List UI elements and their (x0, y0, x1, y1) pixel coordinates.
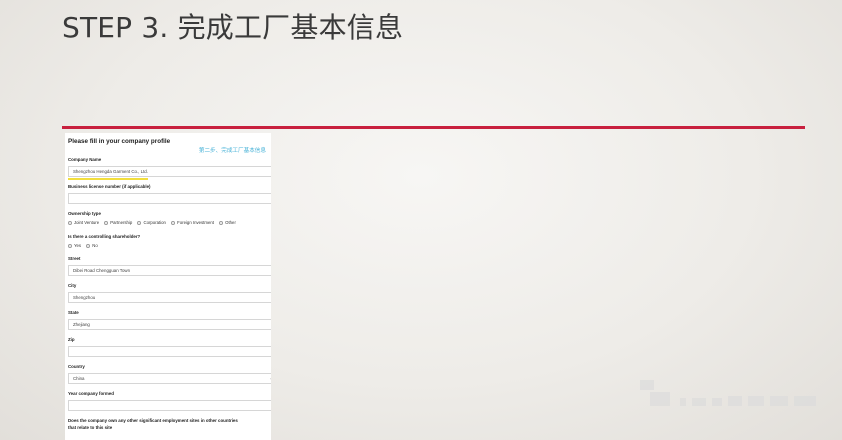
other-sites-label-line1: Does the company own any other significa… (68, 418, 238, 423)
accent-divider (62, 126, 805, 129)
zip-input[interactable] (68, 346, 271, 357)
watermark-logo (640, 378, 820, 412)
ownership-option-partnership[interactable]: Partnership (104, 220, 132, 225)
city-input[interactable]: Shengzhou (68, 292, 271, 303)
city-label: City (68, 283, 77, 288)
radio-icon[interactable] (219, 220, 224, 225)
year-formed-label: Year company formed (68, 391, 114, 396)
year-formed-input[interactable] (68, 400, 271, 411)
form-heading: Please fill in your company profile (68, 138, 171, 145)
step-annotation: 第二步、完成工厂基本信息 (198, 148, 266, 154)
highlight-underline (68, 178, 148, 180)
radio-icon[interactable] (137, 220, 142, 225)
business-license-label: Business license number (if applicable) (68, 184, 151, 189)
street-input[interactable]: Dibei Road Chengguan Town (68, 265, 271, 276)
country-label: Country (68, 364, 85, 369)
ownership-option-other[interactable]: Other (219, 220, 236, 225)
controlling-option-yes[interactable]: Yes (68, 243, 81, 248)
radio-icon[interactable] (68, 220, 72, 225)
country-select[interactable]: China ▾ (68, 373, 271, 384)
slide-title: STEP 3. 完成工厂基本信息 (62, 11, 404, 44)
country-selected-value: China (73, 376, 85, 381)
state-input[interactable]: Zhejiang (68, 319, 271, 330)
company-name-label: Company Name (68, 157, 102, 162)
ownership-option-joint-venture[interactable]: Joint Venture (68, 220, 99, 225)
ownership-type-radios: Joint Venture Partnership Corporation Fo… (68, 220, 240, 225)
ownership-option-foreign-investment[interactable]: Foreign Investment (171, 220, 214, 225)
ownership-option-corporation[interactable]: Corporation (137, 220, 166, 225)
radio-icon[interactable] (68, 243, 72, 248)
company-profile-form-screenshot: Please fill in your company profile 第二步、… (65, 133, 271, 440)
ownership-type-label: Ownership type (68, 211, 101, 216)
company-name-input[interactable]: Shengzhou Hengda Garment Co., Ltd. (68, 166, 271, 177)
controlling-option-no[interactable]: No (86, 243, 98, 248)
other-sites-label-line2: that relate to this site (68, 425, 113, 430)
radio-icon[interactable] (171, 220, 176, 225)
zip-label: Zip (68, 337, 75, 342)
street-label: Street (68, 256, 81, 261)
chevron-down-icon: ▾ (270, 376, 271, 385)
controlling-shareholder-label: Is there a controlling shareholder? (68, 234, 141, 239)
state-label: State (68, 310, 79, 315)
controlling-shareholder-radios: Yes No (68, 243, 102, 248)
business-license-input[interactable] (68, 193, 271, 204)
radio-icon[interactable] (86, 243, 91, 248)
radio-icon[interactable] (104, 220, 109, 225)
